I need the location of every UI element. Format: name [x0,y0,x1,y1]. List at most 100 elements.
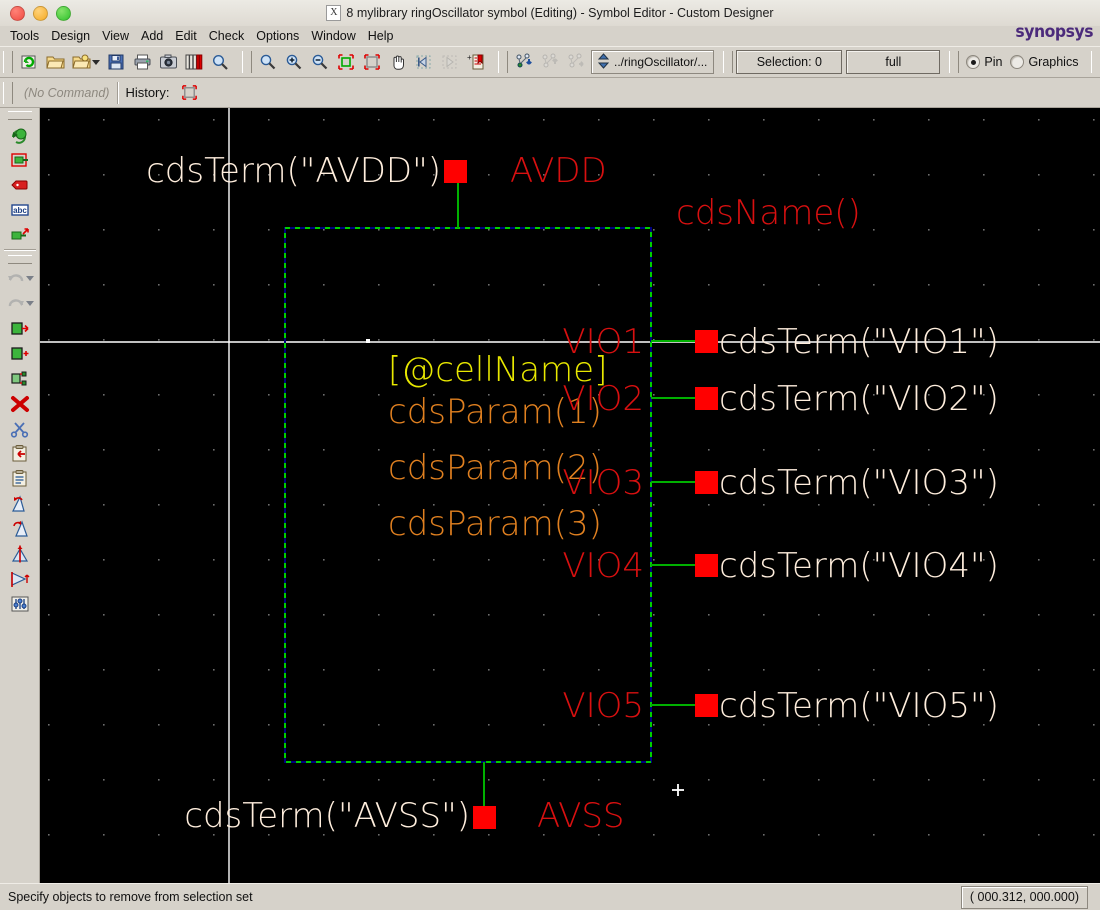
delete-x-icon[interactable] [6,391,34,416]
flip-horizontal-icon[interactable] [6,566,34,591]
paste-clipboard-icon[interactable] [6,466,34,491]
cds-name-label: cdsName() [676,193,861,233]
toolbar-grip-3[interactable] [498,51,508,73]
open-folder-options-icon[interactable] [69,50,93,74]
command-bar: (No Command) History: [0,78,1100,108]
symbol-drawing[interactable]: cdsTerm("AVDD") AVDD cdsName() [@cellNam… [40,108,1100,883]
undo-icon[interactable] [2,266,30,291]
rail-grip-1[interactable] [7,111,32,120]
pin-vio4-term-label: cdsTerm("VIO4") [719,546,999,586]
bookmark-add-icon[interactable]: + [464,50,488,74]
redo-row [0,291,40,316]
pin-vio2-name-label: VIO2 [562,379,644,419]
menu-add[interactable]: Add [135,28,169,44]
graphics-radio-label: Graphics [1028,55,1079,69]
redo-icon[interactable] [2,291,30,316]
print-icon[interactable] [130,50,154,74]
toolbar-grip-6[interactable] [1091,51,1100,73]
rotate-cw-icon[interactable] [6,516,34,541]
view-mode-display[interactable]: full [846,50,941,74]
pin-vio1-square[interactable] [695,330,718,353]
menu-edit[interactable]: Edit [169,28,203,44]
undo-row [0,266,40,291]
rail-separator [3,249,36,250]
menu-window[interactable]: Window [305,28,361,44]
rotate-ccw-icon[interactable] [6,491,34,516]
pin-vio5-name-label: VIO5 [562,686,644,726]
menu-help[interactable]: Help [362,28,400,44]
pin-radio-label: Pin [984,55,1003,69]
label-tag-icon[interactable] [6,172,34,197]
chevron-down-icon[interactable] [92,59,100,65]
search-icon[interactable] [208,50,232,74]
rail-grip-2[interactable] [7,255,32,264]
svg-text:+: + [467,53,472,62]
return-hierarchy-icon[interactable] [564,50,588,74]
copy-move-icon[interactable] [6,341,34,366]
pan-hand-icon[interactable] [386,50,410,74]
zoom-fit-selected-icon[interactable] [334,50,358,74]
toolbar-grip-2[interactable] [242,51,252,73]
pin-avdd-square[interactable] [444,160,467,183]
menu-view[interactable]: View [96,28,135,44]
window-title-container: X 8 mylibrary ringOscillator symbol (Edi… [0,0,1100,26]
selection-count-display[interactable]: Selection: 0 [736,50,843,74]
pin-vio2-square[interactable] [695,387,718,410]
stretch-icon[interactable] [6,366,34,391]
pin-vio1-term-label: cdsTerm("VIO1") [719,322,999,362]
crosshair-origin-marker [366,339,370,343]
move-icon[interactable] [6,316,34,341]
pin-avss-term-label: cdsTerm("AVSS") [184,796,470,836]
descend-hierarchy-icon[interactable] [512,50,536,74]
copy-paste-in-icon[interactable] [6,441,34,466]
toolbar-grip-1[interactable] [3,51,13,73]
menu-check[interactable]: Check [203,28,250,44]
current-command-label: (No Command) [24,85,110,100]
reload-icon[interactable] [17,50,41,74]
instance-pin-icon[interactable] [6,147,34,172]
radio-pin[interactable]: Pin [966,55,1002,69]
hierarchy-path-field[interactable]: ../ringOscillator/... [591,50,715,74]
zoom-fit-all-icon[interactable] [360,50,384,74]
left-tool-rail: abc [0,108,40,883]
pin-vio4-name-label: VIO4 [562,546,644,586]
rotate-object-icon[interactable] [6,122,34,147]
flip-vertical-icon[interactable] [6,541,34,566]
zoom-in-icon[interactable] [282,50,306,74]
graphics-radio-button[interactable] [1010,55,1025,69]
menu-design[interactable]: Design [45,28,96,44]
pin-vio3-square[interactable] [695,471,718,494]
pin-vio3-term-label: cdsTerm("VIO3") [719,463,999,503]
command-bar-grip[interactable] [3,81,13,104]
hierarchy-path-value: ../ringOscillator/... [614,55,708,69]
snapshot-icon[interactable] [156,50,180,74]
ascend-hierarchy-icon[interactable] [538,50,562,74]
step-back-icon[interactable] [412,50,436,74]
symbol-editor-canvas[interactable]: cdsTerm("AVDD") AVDD cdsName() [@cellNam… [40,108,1100,883]
pin-vio4-square[interactable] [695,554,718,577]
step-forward-icon[interactable] [438,50,462,74]
library-icon[interactable] [182,50,206,74]
menu-bar: Tools Design View Add Edit Check Options… [0,26,1100,46]
pin-vio5-square[interactable] [695,694,718,717]
radio-graphics[interactable]: Graphics [1010,55,1078,69]
toolbar-grip-5[interactable] [949,51,960,73]
pin-avss-name-label: AVSS [537,796,625,836]
menu-options[interactable]: Options [250,28,305,44]
window-title: 8 mylibrary ringOscillator symbol (Editi… [346,6,774,20]
menu-tools[interactable]: Tools [4,28,45,44]
toolbar-grip-4[interactable] [723,51,734,73]
pin-export-icon[interactable] [6,222,34,247]
zoom-out-icon[interactable] [308,50,332,74]
properties-sliders-icon[interactable] [6,591,34,616]
cut-scissors-icon[interactable] [6,416,34,441]
text-abc-icon[interactable]: abc [6,197,34,222]
pin-avss-square[interactable] [473,806,496,829]
open-folder-icon[interactable] [43,50,67,74]
save-icon[interactable] [104,50,128,74]
history-zoom-fit-all-icon[interactable] [178,81,202,105]
pin-vio5-term-label: cdsTerm("VIO5") [719,686,999,726]
pin-radio-button[interactable] [966,55,981,69]
pin-vio2-term-label: cdsTerm("VIO2") [719,379,999,419]
zoom-previous-icon[interactable] [256,50,280,74]
